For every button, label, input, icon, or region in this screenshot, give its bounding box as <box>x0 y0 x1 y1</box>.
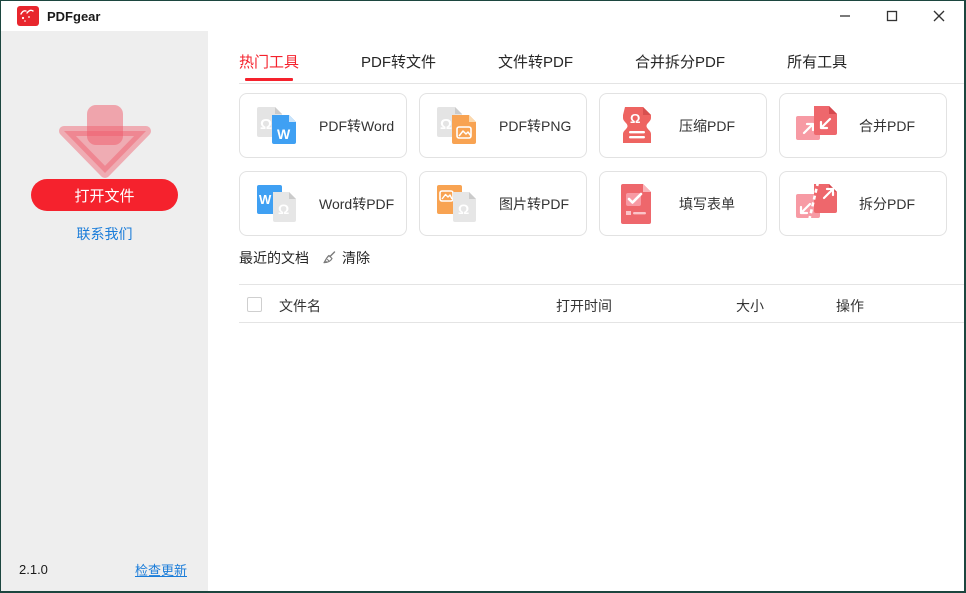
column-filename: 文件名 <box>279 298 321 314</box>
tool-card-image-to-pdf[interactable]: Ω 图片转PDF <box>419 171 587 236</box>
column-size: 大小 <box>736 298 764 314</box>
tool-card-word-to-pdf[interactable]: W Ω Word转PDF <box>239 171 407 236</box>
download-arrow-icon <box>58 105 151 178</box>
window-controls <box>830 1 954 31</box>
pdfgear-window: PDFgear 打开文件 联系我们 2.1.0 检查更新 热门工具 PDF转文件… <box>0 0 966 593</box>
tab-file-to-pdf[interactable]: 文件转PDF <box>498 51 573 81</box>
column-action: 操作 <box>836 298 864 314</box>
maximize-button[interactable] <box>877 2 907 30</box>
minimize-icon <box>840 15 850 17</box>
tool-label: PDF转PNG <box>499 117 572 134</box>
tab-merge-split-pdf[interactable]: 合并拆分PDF <box>635 51 725 81</box>
word-to-pdf-icon: W Ω <box>257 184 296 222</box>
recent-documents-title: 最近的文档 <box>239 250 309 266</box>
tool-label: Word转PDF <box>319 195 395 212</box>
tool-label: 填写表单 <box>679 195 735 212</box>
open-file-button[interactable]: 打开文件 <box>31 179 178 211</box>
close-button[interactable] <box>924 2 954 30</box>
app-logo-icon <box>17 6 39 26</box>
tool-card-pdf-to-word[interactable]: Ω W PDF转Word <box>239 93 407 158</box>
image-to-pdf-icon: Ω <box>437 184 476 222</box>
window-title: PDFgear <box>47 8 101 24</box>
svg-text:Ω: Ω <box>440 116 452 133</box>
svg-text:Ω: Ω <box>458 201 469 217</box>
tool-card-compress-pdf[interactable]: Ω 压缩PDF <box>599 93 767 158</box>
clear-recent-button[interactable]: 清除 <box>321 248 370 268</box>
merge-pdf-icon <box>796 105 837 140</box>
sidebar: 打开文件 联系我们 2.1.0 检查更新 <box>1 31 208 591</box>
tool-card-fill-form[interactable]: 填写表单 <box>599 171 767 236</box>
tab-bar: 热门工具 PDF转文件 文件转PDF 合并拆分PDF 所有工具 <box>239 51 847 81</box>
check-update-link[interactable]: 检查更新 <box>135 560 187 579</box>
svg-text:W: W <box>277 126 291 142</box>
version-label: 2.1.0 <box>19 562 48 577</box>
contact-us-link[interactable]: 联系我们 <box>77 224 133 244</box>
compress-pdf-icon: Ω <box>623 106 651 143</box>
svg-text:Ω: Ω <box>260 116 272 133</box>
tabs-divider <box>239 83 964 84</box>
select-all-checkbox[interactable] <box>247 297 262 312</box>
tool-card-grid: Ω W PDF转Word Ω PDF转PNG Ω 压缩PDF 合并PDF W Ω… <box>239 93 947 236</box>
fill-form-icon <box>621 183 651 224</box>
tool-card-merge-pdf[interactable]: 合并PDF <box>779 93 947 158</box>
tool-label: 拆分PDF <box>859 195 915 212</box>
tool-label: 图片转PDF <box>499 195 569 212</box>
svg-text:Ω: Ω <box>278 201 289 217</box>
recent-table-header: 文件名 打开时间 大小 操作 <box>239 284 964 323</box>
split-pdf-icon <box>796 181 837 221</box>
close-icon <box>933 10 945 22</box>
main-area: 热门工具 PDF转文件 文件转PDF 合并拆分PDF 所有工具 Ω W PDF转… <box>208 31 964 591</box>
tool-label: 压缩PDF <box>679 117 735 134</box>
pdf-to-word-icon: Ω W <box>257 106 296 144</box>
maximize-icon <box>886 10 898 22</box>
column-open-time: 打开时间 <box>556 298 612 314</box>
sidebar-footer: 2.1.0 检查更新 <box>19 560 187 579</box>
tab-hot-tools[interactable]: 热门工具 <box>239 51 299 81</box>
tool-label: PDF转Word <box>319 117 395 134</box>
title-bar: PDFgear <box>1 1 964 31</box>
svg-text:W: W <box>259 192 272 207</box>
tool-label: 合并PDF <box>859 117 915 134</box>
tab-all-tools[interactable]: 所有工具 <box>787 51 847 81</box>
pdf-to-png-icon: Ω <box>437 106 476 144</box>
clear-label: 清除 <box>342 250 370 266</box>
recent-documents-bar: 最近的文档 清除 <box>239 248 370 268</box>
tab-pdf-to-file[interactable]: PDF转文件 <box>361 51 436 81</box>
broom-icon <box>323 251 336 264</box>
tool-card-pdf-to-png[interactable]: Ω PDF转PNG <box>419 93 587 158</box>
tool-card-split-pdf[interactable]: 拆分PDF <box>779 171 947 236</box>
svg-text:Ω: Ω <box>630 111 640 126</box>
minimize-button[interactable] <box>830 2 860 30</box>
